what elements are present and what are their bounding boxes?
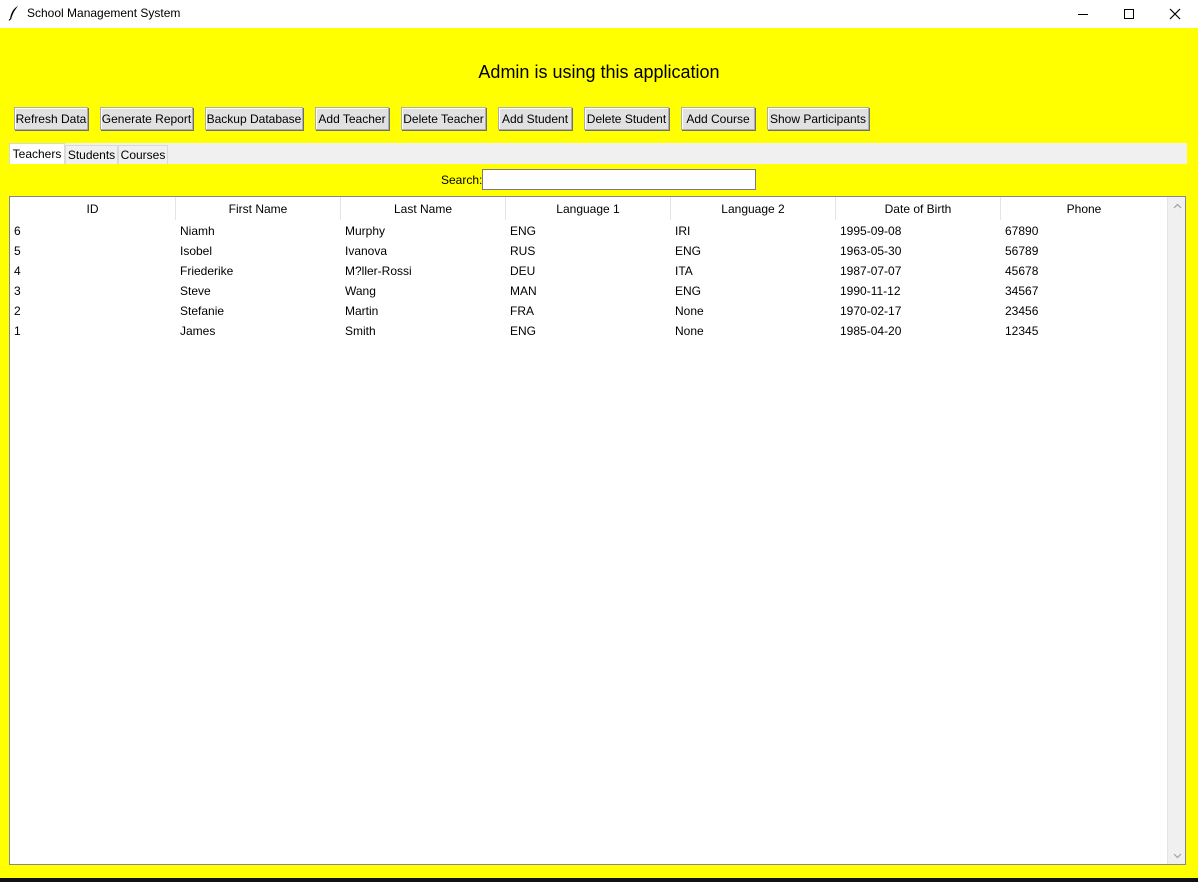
tab-courses[interactable]: Courses	[118, 145, 168, 164]
notebook-tabs: Teachers Students Courses	[9, 143, 1187, 164]
cell-phone: 12345	[1005, 324, 1039, 338]
cell-first-name: Stefanie	[180, 304, 225, 318]
cell-language-2: None	[675, 324, 704, 338]
close-button[interactable]	[1152, 0, 1198, 28]
search-bar: Search:	[9, 164, 1187, 195]
delete-student-button[interactable]: Delete Student	[584, 107, 669, 130]
table-row[interactable]: 3 Steve Wang MAN ENG 1990-11-12 34567	[10, 281, 1167, 301]
cell-id: 5	[14, 244, 21, 258]
cell-language-2: ENG	[675, 244, 702, 258]
cell-language-2: ENG	[675, 284, 702, 298]
table-body: 6 Niamh Murphy ENG IRI 1995-09-08 67890 5 Isobel…	[10, 221, 1167, 341]
generate-report-button[interactable]: Generate Report	[100, 107, 193, 130]
cell-id: 2	[14, 304, 21, 318]
refresh-data-button[interactable]: Refresh Data	[14, 107, 88, 130]
cell-language-1: FRA	[510, 304, 534, 318]
search-input[interactable]	[482, 169, 756, 190]
close-icon	[1169, 8, 1181, 20]
maximize-button[interactable]	[1106, 0, 1152, 28]
table-row[interactable]: 4 Friederike M?ller-Rossi DEU ITA 1987-07-07 4…	[10, 261, 1167, 281]
cell-first-name: Niamh	[180, 224, 215, 238]
cell-id: 3	[14, 284, 21, 298]
add-course-button[interactable]: Add Course	[681, 107, 755, 130]
add-student-button[interactable]: Add Student	[498, 107, 572, 130]
window-title: School Management System	[27, 6, 181, 20]
cell-language-1: RUS	[510, 244, 536, 258]
tab-teachers[interactable]: Teachers	[9, 143, 65, 164]
add-teacher-button[interactable]: Add Teacher	[315, 107, 389, 130]
title-bar: School Management System	[0, 0, 1198, 28]
column-header-language-1[interactable]: Language 1	[506, 197, 671, 220]
table-row[interactable]: 6 Niamh Murphy ENG IRI 1995-09-08 67890	[10, 221, 1167, 241]
column-header-language-2[interactable]: Language 2	[671, 197, 836, 220]
chevron-down-icon	[1173, 853, 1181, 858]
cell-phone: 67890	[1005, 224, 1039, 238]
cell-id: 4	[14, 264, 21, 278]
cell-date-of-birth: 1995-09-08	[840, 224, 902, 238]
minimize-icon	[1078, 14, 1088, 15]
minimize-button[interactable]	[1060, 0, 1106, 28]
scroll-up-button[interactable]	[1168, 197, 1186, 214]
cell-date-of-birth: 1970-02-17	[840, 304, 902, 318]
cell-last-name: Smith	[345, 324, 376, 338]
cell-language-1: ENG	[510, 324, 537, 338]
cell-date-of-birth: 1990-11-12	[840, 284, 901, 298]
tab-students[interactable]: Students	[65, 145, 118, 164]
cell-last-name: Murphy	[345, 224, 386, 238]
column-header-phone[interactable]: Phone	[1001, 197, 1167, 220]
cell-last-name: Ivanova	[345, 244, 388, 258]
column-header-id[interactable]: ID	[10, 197, 176, 220]
cell-date-of-birth: 1987-07-07	[840, 264, 902, 278]
table-row[interactable]: 5 Isobel Ivanova RUS ENG 1963-05-30 56789	[10, 241, 1167, 261]
delete-teacher-button[interactable]: Delete Teacher	[401, 107, 486, 130]
feather-icon	[8, 6, 18, 21]
cell-id: 6	[14, 224, 21, 238]
window-bottom-border	[0, 878, 1198, 882]
user-banner: Admin is using this application	[478, 62, 720, 82]
chevron-up-icon	[1173, 203, 1181, 208]
cell-phone: 56789	[1005, 244, 1039, 258]
cell-language-2: None	[675, 304, 704, 318]
cell-id: 1	[14, 324, 21, 338]
cell-language-1: MAN	[510, 284, 537, 298]
table-header: ID First Name Last Name Language 1 Langu…	[10, 197, 1167, 220]
vertical-scrollbar[interactable]	[1167, 197, 1185, 864]
show-participants-button[interactable]: Show Participants	[767, 107, 869, 130]
table-row[interactable]: 2 Stefanie Martin FRA None 1970-02-17 23456	[10, 301, 1167, 321]
search-label: Search:	[441, 173, 483, 187]
backup-database-button[interactable]: Backup Database	[205, 107, 303, 130]
cell-language-1: DEU	[510, 264, 536, 278]
cell-last-name: M?ller-Rossi	[345, 264, 412, 278]
cell-date-of-birth: 1963-05-30	[840, 244, 902, 258]
cell-first-name: Isobel	[180, 244, 213, 258]
column-header-date-of-birth[interactable]: Date of Birth	[836, 197, 1001, 220]
scroll-down-button[interactable]	[1168, 847, 1186, 864]
cell-last-name: Wang	[345, 284, 376, 298]
maximize-icon	[1124, 9, 1134, 19]
teachers-table[interactable]: ID First Name Last Name Language 1 Langu…	[9, 196, 1186, 865]
cell-phone: 34567	[1005, 284, 1039, 298]
cell-first-name: Friederike	[180, 264, 234, 278]
cell-language-2: ITA	[675, 264, 693, 278]
column-header-first-name[interactable]: First Name	[176, 197, 341, 220]
table-row[interactable]: 1 James Smith ENG None 1985-04-20 12345	[10, 321, 1167, 341]
cell-language-2: IRI	[675, 224, 691, 238]
cell-date-of-birth: 1985-04-20	[840, 324, 902, 338]
cell-first-name: James	[180, 324, 216, 338]
column-header-last-name[interactable]: Last Name	[341, 197, 506, 220]
cell-first-name: Steve	[180, 284, 211, 298]
cell-language-1: ENG	[510, 224, 537, 238]
cell-last-name: Martin	[345, 304, 379, 318]
cell-phone: 45678	[1005, 264, 1039, 278]
cell-phone: 23456	[1005, 304, 1039, 318]
